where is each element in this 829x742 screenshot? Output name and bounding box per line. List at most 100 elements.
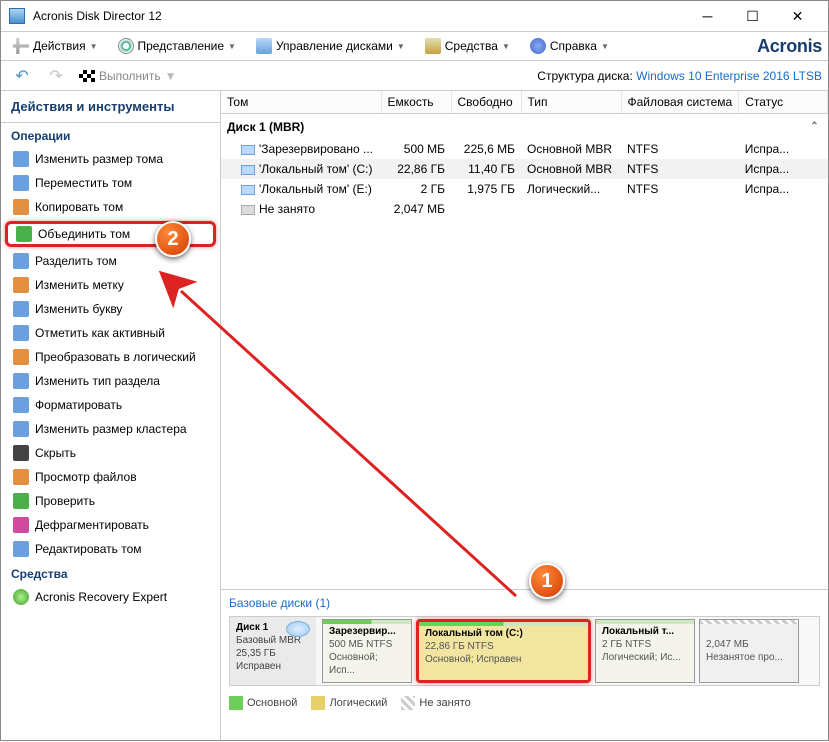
col-status[interactable]: Статус [739,91,828,114]
sidebar-item-5[interactable]: Изменить метку [1,273,220,297]
volume-table-wrap: Том Емкость Свободно Тип Файловая систем… [221,91,828,590]
sidebar-item-label: Переместить том [35,176,132,190]
sidebar-section-ops: Операции [1,123,220,147]
sidebar-item-6[interactable]: Изменить букву [1,297,220,321]
sidebar-item-label: Отметить как активный [35,326,165,340]
op-icon-6 [13,301,29,317]
partition-2[interactable]: Локальный т...2 ГБ NTFSЛогический; Ис... [595,619,695,683]
col-volume[interactable]: Том [221,91,381,114]
titlebar: Acronis Disk Director 12 ─ ☐ ✕ [1,1,828,31]
op-icon-9 [13,373,29,389]
undo-button[interactable] [7,64,37,88]
execute-button[interactable]: Выполнить▼ [75,66,181,86]
redo-button[interactable] [41,64,71,88]
sidebar-header: Действия и инструменты [1,91,220,123]
op-icon-12 [13,445,29,461]
disk-structure: Структура диска: Windows 10 Enterprise 2… [537,69,822,83]
sidebar-item-recovery[interactable]: Acronis Recovery Expert [1,585,220,609]
op-icon-3 [16,226,32,242]
legend: Основной Логический Не занято [229,696,820,710]
op-icon-0 [13,151,29,167]
sidebar-item-8[interactable]: Преобразовать в логический [1,345,220,369]
partition-3[interactable]: 2,047 МБНезанятое про... [699,619,799,683]
op-icon-8 [13,349,29,365]
menu-help[interactable]: Справка▼ [524,35,615,57]
disks-icon [256,38,272,54]
disk-row: Диск 1 Базовый MBR 25,35 ГБ Исправен Зар… [229,616,820,686]
collapse-icon[interactable]: ⌃ [808,121,822,135]
sidebar-item-label: Скрыть [35,446,76,460]
menubar: Действия▼ Представление▼ Управление диск… [1,31,828,61]
volume-table: Том Емкость Свободно Тип Файловая систем… [221,91,828,219]
sidebar-item-11[interactable]: Изменить размер кластера [1,417,220,441]
partition-usage-bar [419,622,588,626]
sidebar-item-1[interactable]: Переместить том [1,171,220,195]
eye-icon [118,38,134,54]
op-icon-5 [13,277,29,293]
sidebar-item-label: Форматировать [35,398,122,412]
sidebar-item-15[interactable]: Дефрагментировать [1,513,220,537]
disk-info[interactable]: Диск 1 Базовый MBR 25,35 ГБ Исправен [230,617,316,685]
op-icon-14 [13,493,29,509]
sidebar-item-label: Преобразовать в логический [35,350,196,364]
col-free[interactable]: Свободно [451,91,521,114]
partition-usage-bar [700,620,798,624]
sidebar-item-3[interactable]: Объединить том [5,221,216,247]
sidebar-item-label: Объединить том [38,227,130,241]
sidebar-item-0[interactable]: Изменить размер тома [1,147,220,171]
partition-1[interactable]: Локальный том (C:)22,86 ГБ NTFSОсновной;… [416,619,591,683]
window-title: Acronis Disk Director 12 [33,9,685,23]
volume-icon [241,185,255,195]
table-row[interactable]: 'Локальный том' (E:)2 ГБ1,975 ГБЛогическ… [221,179,828,199]
table-row[interactable]: 'Зарезервировано ...500 МБ225,6 МБОсновн… [221,139,828,159]
op-icon-13 [13,469,29,485]
partition-usage-bar [596,620,694,624]
sidebar-item-12[interactable]: Скрыть [1,441,220,465]
col-capacity[interactable]: Емкость [381,91,451,114]
op-icon-16 [13,541,29,557]
menu-tools[interactable]: Средства▼ [419,35,516,57]
close-button[interactable]: ✕ [775,2,820,30]
op-icon-10 [13,397,29,413]
sidebar-item-label: Изменить метку [35,278,124,292]
brand-logo: Acronis [757,36,822,57]
op-icon-11 [13,421,29,437]
sidebar-item-2[interactable]: Копировать том [1,195,220,219]
menu-disk-mgmt[interactable]: Управление дисками▼ [250,35,411,57]
disk-structure-link[interactable]: Windows 10 Enterprise 2016 LTSB [636,69,822,83]
legend-primary-swatch [229,696,243,710]
partition-0[interactable]: Зарезервир...500 МБ NTFSОсновной; Исп... [322,619,412,683]
sidebar-item-13[interactable]: Просмотр файлов [1,465,220,489]
sidebar-item-4[interactable]: Разделить том [1,249,220,273]
volume-icon [241,165,255,175]
sidebar-item-16[interactable]: Редактировать том [1,537,220,561]
menu-view[interactable]: Представление▼ [112,35,242,57]
op-icon-4 [13,253,29,269]
menu-actions[interactable]: Действия▼ [7,35,104,57]
legend-free-swatch [401,696,415,710]
col-fs[interactable]: Файловая система [621,91,739,114]
op-icon-7 [13,325,29,341]
sidebar-item-label: Просмотр файлов [35,470,137,484]
tools-icon [425,38,441,54]
flag-icon [79,70,95,82]
recovery-icon [13,589,29,605]
undo-icon [15,66,28,86]
disk-panel: Базовые диски (1) Диск 1 Базовый MBR 25,… [221,590,828,740]
op-icon-15 [13,517,29,533]
sidebar-item-10[interactable]: Форматировать [1,393,220,417]
table-row[interactable]: Не занято2,047 МБ [221,199,828,219]
maximize-button[interactable]: ☐ [730,2,775,30]
app-icon [9,8,25,24]
sidebar-item-7[interactable]: Отметить как активный [1,321,220,345]
sidebar-item-9[interactable]: Изменить тип раздела [1,369,220,393]
sidebar-item-label: Дефрагментировать [35,518,149,532]
sidebar-item-label: Копировать том [35,200,123,214]
sidebar: Действия и инструменты Операции Изменить… [1,91,221,740]
sidebar-item-14[interactable]: Проверить [1,489,220,513]
minimize-button[interactable]: ─ [685,2,730,30]
op-icon-2 [13,199,29,215]
col-type[interactable]: Тип [521,91,621,114]
table-group-row[interactable]: Диск 1 (MBR)⌃ [221,114,828,140]
table-row[interactable]: 'Локальный том' (C:)22,86 ГБ11,40 ГБОсно… [221,159,828,179]
